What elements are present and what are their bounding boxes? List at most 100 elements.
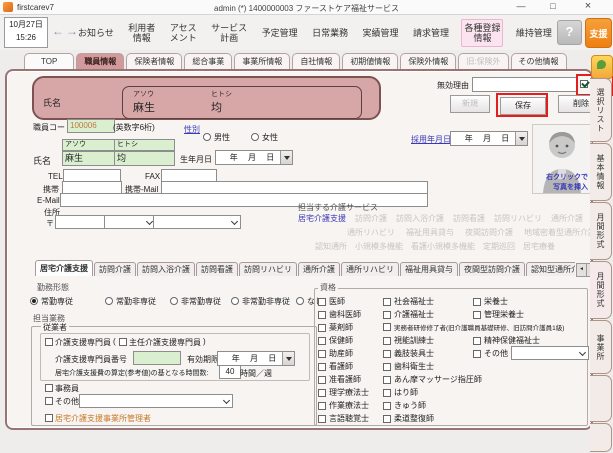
qual-checkbox[interactable] bbox=[318, 402, 326, 410]
qual-other-select[interactable] bbox=[511, 346, 589, 360]
menu-schedule[interactable]: 予定管理 bbox=[260, 25, 300, 41]
tab-insurer-info[interactable]: 保険者情報 bbox=[126, 53, 182, 69]
menu-notice[interactable]: お知らせ bbox=[76, 25, 116, 41]
close-button[interactable]: × bbox=[575, 0, 601, 13]
birth-date-dropdown[interactable]: 年 月 日 bbox=[215, 150, 293, 165]
sidebar-tab-monthly-1[interactable]: 月間形式 bbox=[590, 202, 612, 260]
hire-date-dropdown-button[interactable] bbox=[515, 132, 527, 145]
workstyle-radio-4[interactable] bbox=[296, 297, 304, 305]
expiry-dropdown-button[interactable] bbox=[282, 352, 294, 365]
qual-checkbox[interactable] bbox=[318, 350, 326, 358]
cm-number-field[interactable] bbox=[133, 351, 181, 365]
qual-checkbox[interactable] bbox=[318, 311, 326, 319]
maximize-button[interactable]: □ bbox=[540, 0, 566, 13]
qual-checkbox[interactable] bbox=[318, 363, 326, 371]
menu-service-plan[interactable]: サービス 計画 bbox=[209, 20, 249, 46]
sidebar-tab-basic-info[interactable]: 基本情報 bbox=[590, 143, 612, 201]
service-active-link[interactable]: 居宅介護支援 bbox=[298, 213, 346, 224]
staff-photo-placeholder[interactable]: 右クリックで 写真を挿入 bbox=[532, 124, 592, 194]
subtab-tsusho-kaigo[interactable]: 通所介護 bbox=[298, 262, 340, 276]
menu-registration[interactable]: 各種登録 情報 bbox=[461, 19, 503, 47]
gender-link[interactable]: 性別 bbox=[184, 124, 200, 135]
workstyle-radio-0[interactable] bbox=[30, 297, 38, 305]
staff-code-field[interactable]: 100006 bbox=[67, 119, 115, 133]
qual-checkbox[interactable] bbox=[383, 337, 391, 345]
help-button[interactable]: ? bbox=[557, 20, 582, 45]
subtab-homon-kango[interactable]: 訪問看護 bbox=[196, 262, 238, 276]
hire-date-dropdown[interactable]: 年 月 日 bbox=[450, 131, 528, 146]
menu-results[interactable]: 実績管理 bbox=[361, 25, 401, 41]
qual-checkbox[interactable] bbox=[318, 324, 326, 332]
menu-daily-work[interactable]: 日常業務 bbox=[310, 25, 350, 41]
subtab-fukushi-yogu[interactable]: 福祉用具貸与 bbox=[400, 262, 458, 276]
office-manager-checkbox[interactable] bbox=[45, 414, 53, 422]
chief-care-manager-checkbox[interactable] bbox=[119, 338, 127, 346]
workstyle-radio-3[interactable] bbox=[231, 297, 239, 305]
duty-other-select[interactable] bbox=[79, 394, 233, 408]
subtab-homon-nyuyoku[interactable]: 訪問入浴介護 bbox=[137, 262, 195, 276]
menu-billing[interactable]: 請求管理 bbox=[411, 25, 451, 41]
first-name-field[interactable]: 均 bbox=[114, 151, 175, 166]
tab-general-business[interactable]: 総合事業 bbox=[184, 53, 232, 69]
subtab-ninchi-tsusho[interactable]: 認知型通所介護 bbox=[526, 262, 575, 276]
sidebar-tab-monthly-2[interactable]: 月間形式 bbox=[590, 261, 612, 319]
menu-assessment[interactable]: アセス メント bbox=[168, 20, 199, 46]
subtab-yakan-homon[interactable]: 夜間型訪問介護 bbox=[459, 262, 525, 276]
menu-users[interactable]: 利用者 情報 bbox=[126, 20, 157, 46]
clerk-checkbox[interactable] bbox=[45, 384, 53, 392]
qual-checkbox[interactable] bbox=[383, 298, 391, 306]
hire-date-label[interactable]: 採用年月日 bbox=[411, 134, 451, 145]
furigana-first-field[interactable]: ヒトシ bbox=[114, 139, 175, 151]
tab-default-info[interactable]: 初期値情報 bbox=[342, 53, 398, 69]
care-manager-checkbox[interactable] bbox=[45, 338, 53, 346]
qual-checkbox[interactable] bbox=[383, 402, 391, 410]
qual-checkbox[interactable] bbox=[383, 323, 391, 331]
tab-other-info[interactable]: その他情報 bbox=[511, 53, 567, 69]
postal-code-field[interactable] bbox=[55, 215, 106, 229]
workstyle-radio-2[interactable] bbox=[170, 297, 178, 305]
expiry-date-dropdown[interactable]: 年 月 日 bbox=[217, 351, 295, 366]
support-pc-icon[interactable] bbox=[591, 55, 613, 79]
qual-checkbox[interactable] bbox=[318, 298, 326, 306]
subtab-homon-rehab[interactable]: 訪問リハビリ bbox=[239, 262, 297, 276]
hours-field[interactable]: 40 bbox=[219, 365, 241, 379]
tab-top[interactable]: TOP bbox=[24, 53, 74, 69]
duty-other-checkbox[interactable] bbox=[45, 397, 53, 405]
tab-noninsurance-info[interactable]: 保険外情報 bbox=[400, 53, 456, 69]
qual-checkbox[interactable] bbox=[318, 415, 326, 423]
sidebar-tab-select-list[interactable]: 選択リスト bbox=[590, 78, 612, 142]
invalid-reason-input[interactable] bbox=[472, 77, 578, 92]
workstyle-radio-1[interactable] bbox=[105, 297, 113, 305]
qual-checkbox[interactable] bbox=[383, 350, 391, 358]
tab-office-info[interactable]: 事業所情報 bbox=[234, 53, 290, 69]
gender-female-radio[interactable] bbox=[251, 133, 259, 141]
subtab-homon-kaigo[interactable]: 訪問介護 bbox=[94, 262, 136, 276]
birth-date-dropdown-button[interactable] bbox=[280, 151, 292, 164]
tab-staff-info[interactable]: 職員情報 bbox=[76, 53, 124, 69]
invalid-checkbox[interactable] bbox=[580, 80, 588, 88]
subtab-tsusho-rehab[interactable]: 通所リハビリ bbox=[341, 262, 399, 276]
subtab-kyotaku-kaigoshien[interactable]: 居宅介護支援 bbox=[35, 260, 93, 276]
qual-checkbox[interactable] bbox=[383, 389, 391, 397]
furigana-last-field[interactable]: アソウ bbox=[62, 139, 118, 151]
save-button[interactable]: 保存 bbox=[500, 97, 546, 115]
last-name-field[interactable]: 麻生 bbox=[62, 151, 118, 166]
qual-checkbox[interactable] bbox=[318, 376, 326, 384]
qual-checkbox[interactable] bbox=[383, 376, 391, 384]
qual-checkbox[interactable] bbox=[383, 415, 391, 423]
address-select-2[interactable] bbox=[153, 215, 241, 229]
qual-checkbox[interactable] bbox=[473, 350, 481, 358]
support-button[interactable]: 支援 bbox=[585, 18, 612, 48]
qual-checkbox[interactable] bbox=[473, 337, 481, 345]
minimize-button[interactable]: — bbox=[508, 0, 534, 13]
qual-checkbox[interactable] bbox=[318, 389, 326, 397]
sidebar-tab-office[interactable]: 事業所 bbox=[590, 320, 612, 374]
qual-checkbox[interactable] bbox=[473, 298, 481, 306]
menu-maintenance[interactable]: 維持管理 bbox=[514, 25, 554, 41]
qual-checkbox[interactable] bbox=[473, 311, 481, 319]
address-select-1[interactable] bbox=[104, 215, 156, 229]
back-arrow-icon[interactable]: ← bbox=[52, 24, 64, 38]
gender-male-radio[interactable] bbox=[203, 133, 211, 141]
qual-checkbox[interactable] bbox=[383, 311, 391, 319]
qual-checkbox[interactable] bbox=[383, 363, 391, 371]
